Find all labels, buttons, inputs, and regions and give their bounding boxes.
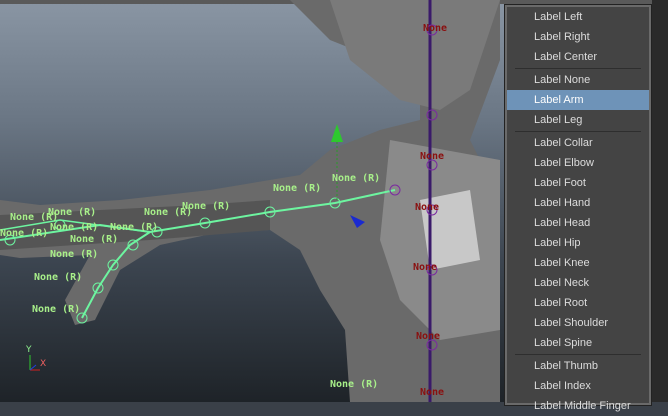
- joint-label: None (R): [273, 183, 322, 194]
- menu-item-label-leg[interactable]: Label Leg: [507, 110, 649, 130]
- joint-label: None (R): [330, 379, 379, 390]
- axis-x-label: X: [40, 359, 47, 369]
- menu-item-label-hand[interactable]: Label Hand: [507, 193, 649, 213]
- joint-label: None (R): [110, 222, 159, 233]
- joint-label-context-menu: Label Left Label Right Label Center Labe…: [505, 5, 651, 412]
- menu-item-label-index[interactable]: Label Index: [507, 376, 649, 396]
- menu-item-label-thumb[interactable]: Label Thumb: [507, 356, 649, 376]
- menu-item-label-knee[interactable]: Label Knee: [507, 253, 649, 273]
- menu-item-label-arm[interactable]: Label Arm: [507, 90, 649, 110]
- joint-label: None (R): [32, 304, 81, 315]
- menu-item-label-shoulder[interactable]: Label Shoulder: [507, 313, 649, 333]
- joint-label: None (R): [332, 173, 381, 184]
- menu-item-label-spine[interactable]: Label Spine: [507, 333, 649, 353]
- menu-item-label-head[interactable]: Label Head: [507, 213, 649, 233]
- menu-item-label-middle-finger[interactable]: Label Middle Finger: [507, 396, 649, 416]
- menu-item-label-center[interactable]: Label Center: [507, 47, 649, 67]
- menu-item-label-left[interactable]: Label Left: [507, 7, 649, 27]
- menu-item-label-hip[interactable]: Label Hip: [507, 233, 649, 253]
- spine-joint-label: None: [420, 387, 445, 398]
- menu-item-label-collar[interactable]: Label Collar: [507, 133, 649, 153]
- menu-item-label-foot[interactable]: Label Foot: [507, 173, 649, 193]
- axis-y-label: Y: [26, 345, 32, 355]
- axis-gizmo: Y X: [22, 345, 52, 379]
- menu-item-label-none[interactable]: Label None: [507, 70, 649, 90]
- joint-label: None (R): [50, 249, 99, 260]
- menu-item-label-right[interactable]: Label Right: [507, 27, 649, 47]
- joint-label: None (R): [144, 207, 193, 218]
- spine-joint-label: None: [420, 151, 445, 162]
- menu-item-label-elbow[interactable]: Label Elbow: [507, 153, 649, 173]
- menu-item-label-root[interactable]: Label Root: [507, 293, 649, 313]
- joint-label: None (R): [70, 234, 119, 245]
- menu-separator: [515, 131, 641, 132]
- spine-joint-label: None: [423, 23, 448, 34]
- menu-separator: [515, 68, 641, 69]
- menu-item-label-neck[interactable]: Label Neck: [507, 273, 649, 293]
- joint-label: None (R): [0, 228, 49, 239]
- side-panel-edge: [652, 0, 668, 402]
- spine-joint-label: None: [415, 202, 440, 213]
- joint-label: None (R): [50, 222, 99, 233]
- joint-label: None (R): [34, 272, 83, 283]
- menu-separator: [515, 354, 641, 355]
- spine-joint-label: None: [413, 262, 438, 273]
- spine-joint-label: None: [416, 331, 441, 342]
